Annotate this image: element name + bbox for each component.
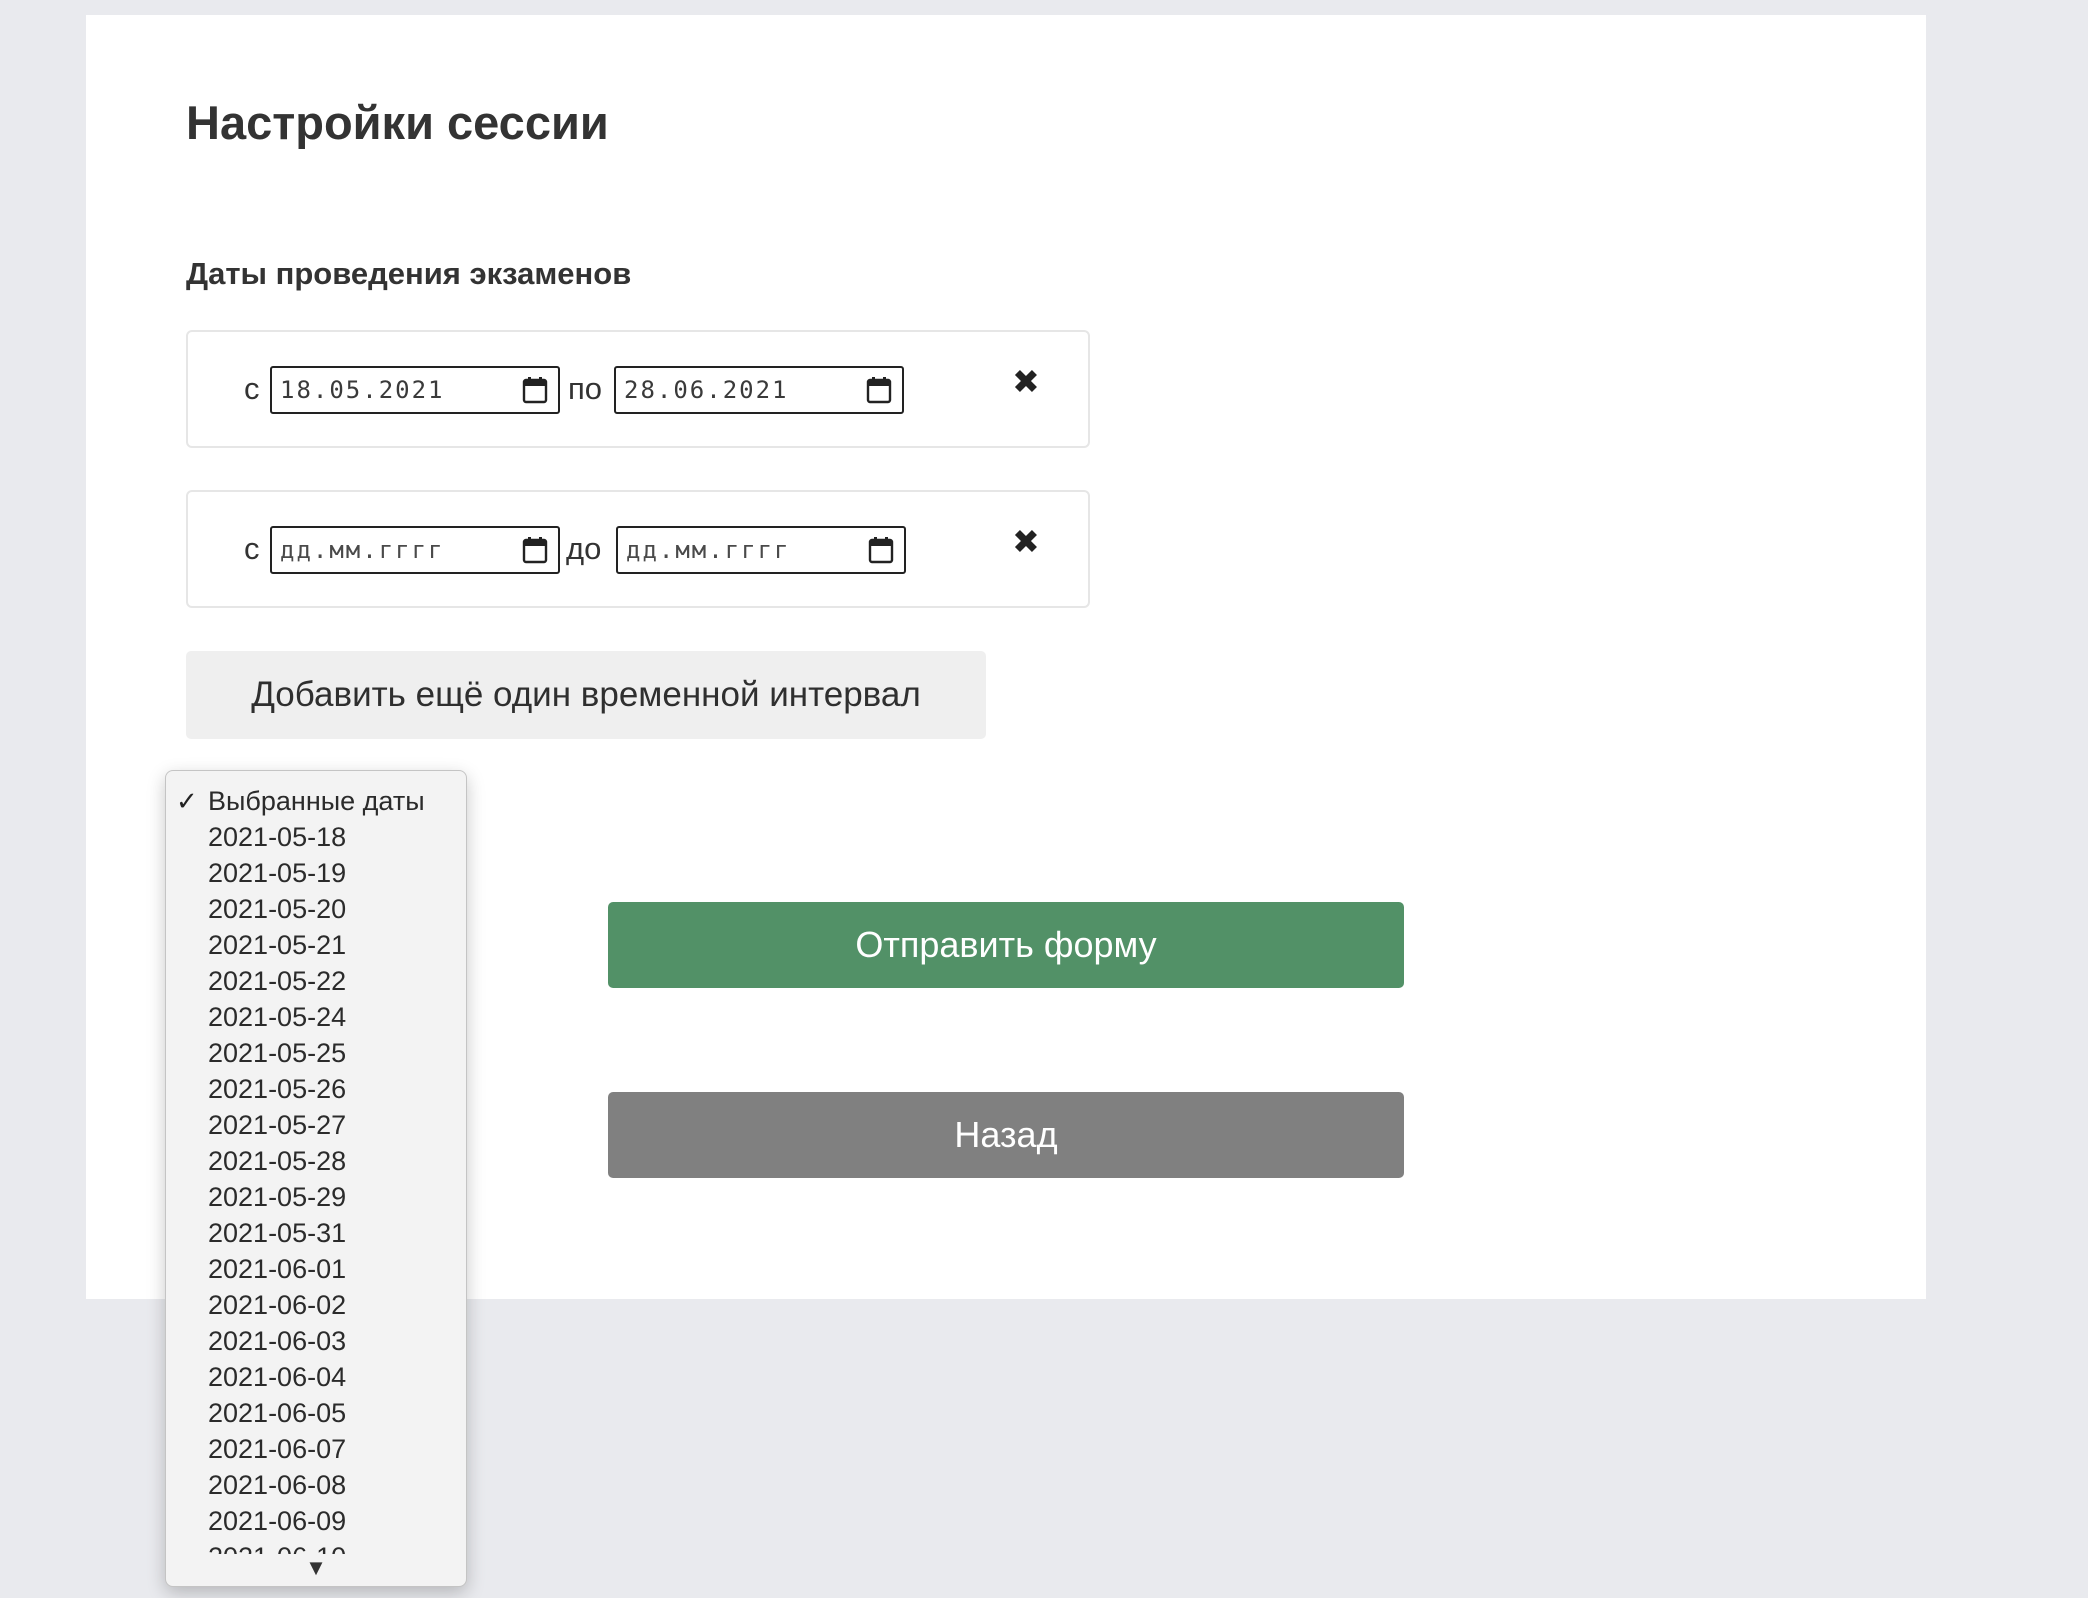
selected-option-label: Выбранные даты	[208, 786, 425, 816]
from-label: с	[244, 371, 260, 406]
end-date-input[interactable]: дд.мм.гггг	[616, 526, 906, 574]
end-date-input[interactable]: 28.06.2021	[614, 366, 904, 414]
dropdown-options-list[interactable]: ✓ Выбранные даты 2021-05-18 2021-05-19 202…	[166, 783, 466, 1554]
dropdown-option[interactable]: 2021-05-31	[166, 1215, 466, 1251]
calendar-icon[interactable]	[522, 536, 548, 564]
dropdown-option[interactable]: 2021-05-24	[166, 999, 466, 1035]
close-icon[interactable]: ✖	[1008, 362, 1044, 402]
start-date-placeholder: дд.мм.гггг	[280, 536, 445, 564]
dropdown-option[interactable]: 2021-06-08	[166, 1467, 466, 1503]
calendar-icon[interactable]	[868, 536, 894, 564]
calendar-icon[interactable]	[522, 376, 548, 404]
dropdown-option[interactable]: 2021-05-29	[166, 1179, 466, 1215]
close-icon[interactable]: ✖	[1008, 522, 1044, 562]
dropdown-option[interactable]: 2021-05-25	[166, 1035, 466, 1071]
calendar-icon[interactable]	[866, 376, 892, 404]
dropdown-option[interactable]: 2021-06-09	[166, 1503, 466, 1539]
dropdown-option[interactable]: 2021-06-02	[166, 1287, 466, 1323]
dropdown-option[interactable]: 2021-06-10	[166, 1539, 466, 1554]
section-title: Даты проведения экзаменов	[186, 256, 632, 291]
dropdown-option[interactable]: 2021-06-07	[166, 1431, 466, 1467]
dropdown-option[interactable]: 2021-05-26	[166, 1071, 466, 1107]
start-date-input[interactable]: 18.05.2021	[270, 366, 560, 414]
page-title: Настройки сессии	[186, 96, 609, 149]
dropdown-option[interactable]: 2021-06-01	[166, 1251, 466, 1287]
to-label: по	[568, 371, 603, 406]
date-interval-1: с 18.05.2021 по 28.06.2021 ✖	[186, 330, 1090, 448]
add-interval-button[interactable]: Добавить ещё один временной интервал	[186, 651, 986, 739]
dropdown-option[interactable]: 2021-05-28	[166, 1143, 466, 1179]
dropdown-option[interactable]: 2021-06-03	[166, 1323, 466, 1359]
dropdown-option[interactable]: 2021-05-19	[166, 855, 466, 891]
end-date-value: 28.06.2021	[624, 376, 789, 404]
end-date-placeholder: дд.мм.гггг	[626, 536, 791, 564]
dropdown-option[interactable]: 2021-05-21	[166, 927, 466, 963]
start-date-value: 18.05.2021	[280, 376, 445, 404]
back-button[interactable]: Назад	[608, 1092, 1404, 1178]
checkmark-icon: ✓	[176, 786, 198, 816]
from-label: с	[244, 531, 260, 566]
date-interval-2: с дд.мм.гггг до дд.мм.гггг ✖	[186, 490, 1090, 608]
dropdown-option[interactable]: 2021-05-22	[166, 963, 466, 999]
dropdown-option[interactable]: 2021-05-27	[166, 1107, 466, 1143]
dropdown-option[interactable]: 2021-05-20	[166, 891, 466, 927]
to-label: до	[566, 531, 602, 566]
scroll-down-arrow-icon[interactable]: ▼	[166, 1554, 466, 1582]
dropdown-option[interactable]: 2021-06-04	[166, 1359, 466, 1395]
selected-dates-dropdown[interactable]: ✓ Выбранные даты 2021-05-18 2021-05-19 202…	[165, 770, 467, 1587]
dropdown-option[interactable]: 2021-05-18	[166, 819, 466, 855]
start-date-input[interactable]: дд.мм.гггг	[270, 526, 560, 574]
submit-form-button[interactable]: Отправить форму	[608, 902, 1404, 988]
dropdown-option[interactable]: 2021-06-05	[166, 1395, 466, 1431]
dropdown-option-selected[interactable]: ✓ Выбранные даты	[166, 783, 466, 819]
